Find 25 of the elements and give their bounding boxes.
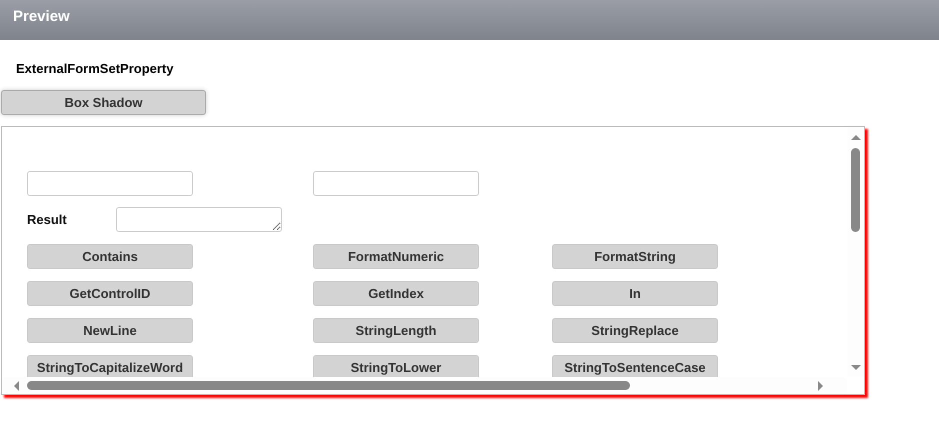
function-button[interactable]: StringLength <box>313 318 479 343</box>
result-label: Result <box>27 212 68 227</box>
scroll-right-icon[interactable] <box>816 380 826 392</box>
function-button[interactable]: NewLine <box>27 318 193 343</box>
scroll-up-icon[interactable] <box>850 132 862 142</box>
function-button[interactable]: Contains <box>27 244 193 269</box>
box-shadow-button[interactable]: Box Shadow <box>1 90 206 115</box>
form-title: ExternalFormSetProperty <box>16 61 174 76</box>
scroll-down-icon[interactable] <box>850 363 862 373</box>
function-button[interactable]: StringReplace <box>552 318 718 343</box>
function-button[interactable]: FormatString <box>552 244 718 269</box>
function-button[interactable]: GetIndex <box>313 281 479 306</box>
function-button[interactable]: StringToSentenceCase <box>552 355 718 377</box>
function-button[interactable]: StringToCapitalizeWord <box>27 355 193 377</box>
input-field[interactable] <box>27 171 193 196</box>
input-field[interactable] <box>313 171 479 196</box>
scrollbar-thumb[interactable] <box>27 381 630 390</box>
horizontal-scrollbar[interactable] <box>2 377 847 394</box>
result-field[interactable] <box>116 207 282 232</box>
function-button[interactable]: In <box>552 281 718 306</box>
scrollbar-thumb[interactable] <box>851 148 860 232</box>
function-button[interactable]: GetControlID <box>27 281 193 306</box>
window-title: Preview <box>13 8 70 25</box>
function-button[interactable]: FormatNumeric <box>313 244 479 269</box>
function-button[interactable]: StringToLower <box>313 355 479 377</box>
